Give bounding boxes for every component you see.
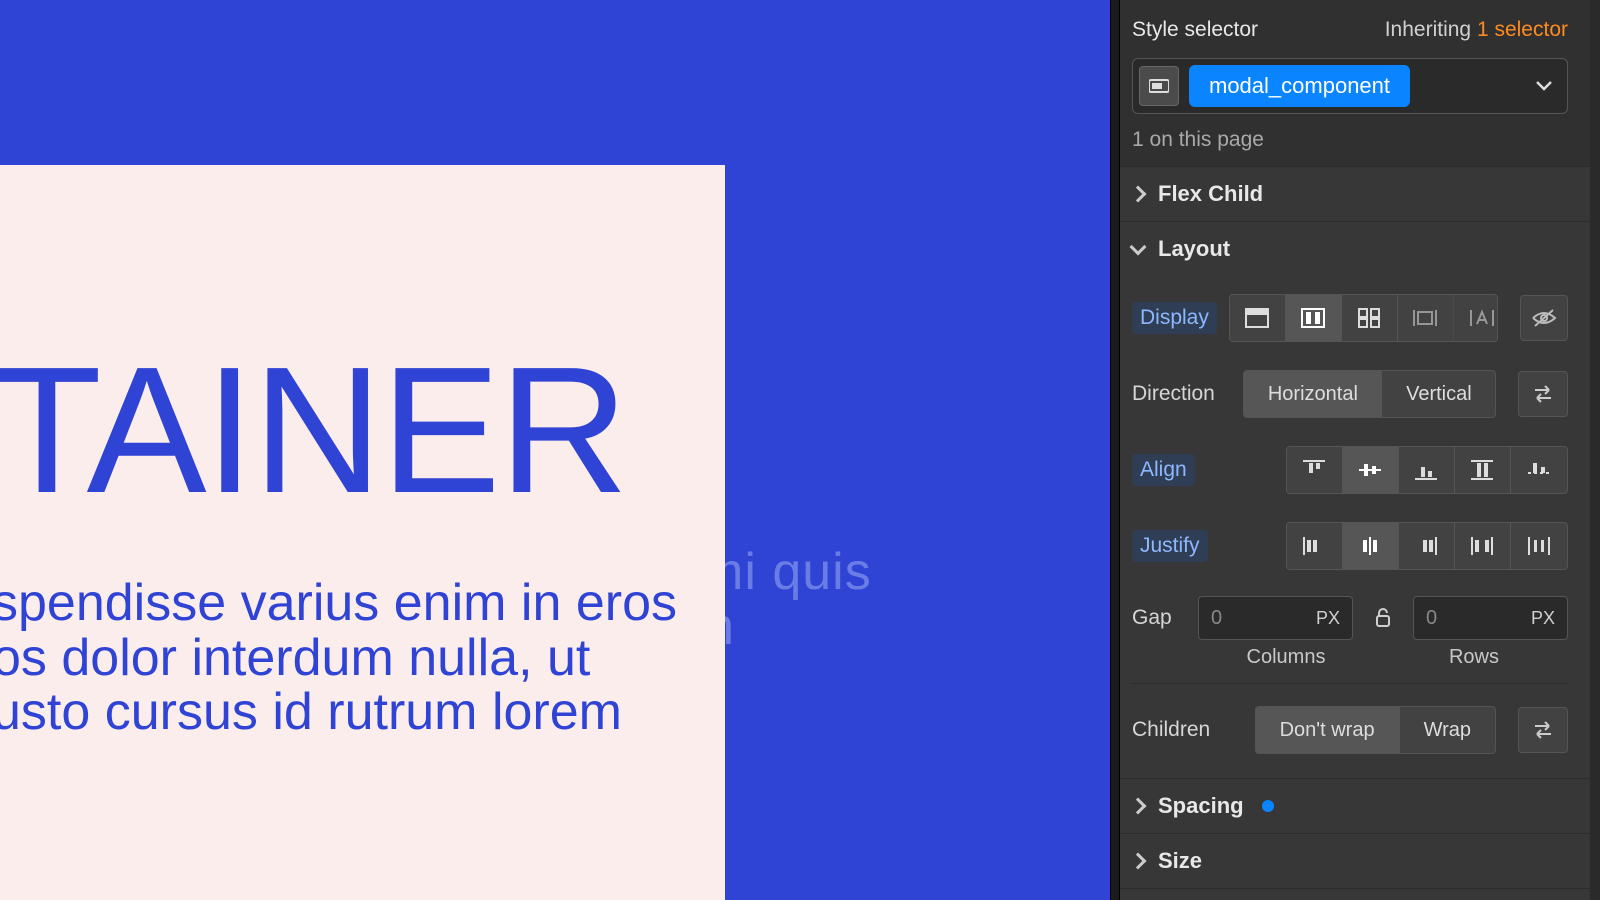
gap-rows-value[interactable]: [1426, 607, 1486, 630]
chevron-right-icon: [1130, 186, 1147, 203]
direction-reverse-button[interactable]: [1518, 371, 1568, 417]
modal-body-text: spendisse varius enim in eros os dolor i…: [0, 576, 705, 740]
direction-horizontal-button[interactable]: Horizontal: [1244, 371, 1382, 417]
chevron-right-icon: [1130, 798, 1147, 815]
layout-direction-row: Direction Horizontal Vertical: [1132, 356, 1568, 432]
style-panel: Style selector Inheriting 1 selector mod…: [1110, 0, 1590, 900]
display-button-group: [1229, 294, 1498, 342]
modal-heading: TAINER: [0, 345, 705, 516]
align-center-button[interactable]: [1343, 447, 1399, 493]
layout-align-row: Align: [1132, 432, 1568, 508]
align-end-button[interactable]: [1399, 447, 1455, 493]
children-button-group: Don't wrap Wrap: [1255, 706, 1496, 754]
children-wrap-button[interactable]: Wrap: [1400, 707, 1495, 753]
selected-element-modal[interactable]: TAINER spendisse varius enim in eros os …: [0, 165, 725, 900]
display-flex-button[interactable]: [1286, 295, 1342, 341]
children-label: Children: [1132, 718, 1232, 742]
display-inline-button[interactable]: [1454, 295, 1498, 341]
children-reverse-button[interactable]: [1518, 707, 1568, 753]
section-body-layout: Display: [1110, 276, 1590, 778]
section-header-position[interactable]: Position: [1110, 888, 1590, 900]
section-header-spacing[interactable]: Spacing: [1110, 778, 1590, 833]
gap-unit[interactable]: PX: [1531, 608, 1555, 629]
layout-display-row: Display: [1132, 280, 1568, 356]
justify-space-between-button[interactable]: [1455, 523, 1511, 569]
align-baseline-button[interactable]: [1511, 447, 1567, 493]
layout-justify-row: Justify: [1132, 508, 1568, 584]
display-block-button[interactable]: [1230, 295, 1286, 341]
gap-axis-labels: Columns Rows: [1132, 642, 1568, 683]
justify-start-button[interactable]: [1287, 523, 1343, 569]
section-modified-indicator: [1262, 800, 1274, 812]
section-header-layout[interactable]: Layout: [1110, 221, 1590, 276]
section-title: Size: [1158, 848, 1202, 874]
chevron-down-icon: [1130, 239, 1147, 256]
chevron-right-icon: [1130, 853, 1147, 870]
state-dropdown-caret[interactable]: [1535, 80, 1553, 92]
direction-label: Direction: [1132, 382, 1231, 406]
instances-on-page[interactable]: 1 on this page: [1132, 128, 1568, 152]
gap-columns-input[interactable]: PX: [1198, 596, 1353, 640]
display-inline-block-button[interactable]: [1398, 295, 1454, 341]
layout-children-row: Children Don't wrap Wrap: [1132, 683, 1568, 768]
gap-rows-caption: Rows: [1380, 646, 1568, 669]
justify-center-button[interactable]: [1343, 523, 1399, 569]
style-selector-block: Style selector Inheriting 1 selector mod…: [1110, 0, 1590, 166]
class-selector-field[interactable]: modal_component: [1132, 58, 1568, 114]
gap-columns-value[interactable]: [1211, 607, 1271, 630]
section-title: Spacing: [1158, 793, 1244, 819]
display-grid-button[interactable]: [1342, 295, 1398, 341]
inheriting-label[interactable]: Inheriting 1 selector: [1385, 18, 1568, 42]
design-canvas[interactable]: mi quis lorem TAINER spendisse varius en…: [0, 0, 1110, 900]
align-start-button[interactable]: [1287, 447, 1343, 493]
panel-divider[interactable]: [1110, 0, 1120, 900]
section-header-flex-child[interactable]: Flex Child: [1110, 166, 1590, 221]
display-label[interactable]: Display: [1132, 302, 1217, 334]
layout-gap-row: Gap PX PX: [1132, 584, 1568, 642]
align-button-group: [1286, 446, 1568, 494]
section-title: Flex Child: [1158, 181, 1263, 207]
display-none-button[interactable]: [1520, 295, 1568, 341]
gap-unit[interactable]: PX: [1316, 608, 1340, 629]
gap-rows-input[interactable]: PX: [1413, 596, 1568, 640]
direction-vertical-button[interactable]: Vertical: [1382, 371, 1495, 417]
section-header-size[interactable]: Size: [1110, 833, 1590, 888]
inheriting-count: 1 selector: [1477, 18, 1568, 41]
children-nowrap-button[interactable]: Don't wrap: [1256, 707, 1400, 753]
selected-class-pill[interactable]: modal_component: [1189, 65, 1410, 107]
gap-columns-caption: Columns: [1192, 646, 1380, 669]
direction-button-group: Horizontal Vertical: [1243, 370, 1496, 418]
justify-label[interactable]: Justify: [1132, 530, 1208, 562]
style-selector-heading: Style selector: [1132, 18, 1258, 42]
gap-link-toggle[interactable]: [1363, 596, 1403, 640]
align-label[interactable]: Align: [1132, 454, 1195, 486]
justify-end-button[interactable]: [1399, 523, 1455, 569]
justify-button-group: [1286, 522, 1568, 570]
align-stretch-button[interactable]: [1455, 447, 1511, 493]
selector-type-icon[interactable]: [1139, 66, 1179, 106]
justify-space-around-button[interactable]: [1511, 523, 1567, 569]
bg-text-line: mi quis: [700, 545, 872, 600]
gap-label: Gap: [1132, 606, 1188, 630]
section-title: Layout: [1158, 236, 1230, 262]
